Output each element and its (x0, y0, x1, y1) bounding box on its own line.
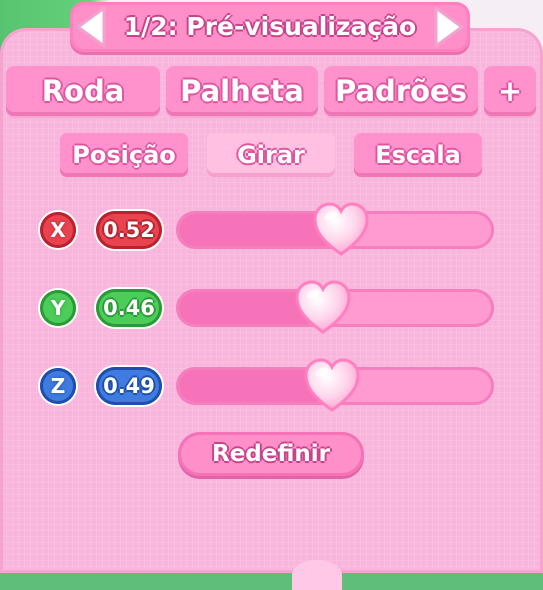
y-value-readout: 0.46 (96, 289, 162, 327)
more-tabs-button[interactable]: + (484, 66, 536, 116)
subtab-escala[interactable]: Escala (354, 133, 482, 177)
y-axis-badge: Y (40, 290, 76, 326)
heart-icon[interactable] (293, 278, 353, 338)
z-value-readout: 0.49 (96, 367, 162, 405)
reset-button[interactable]: Redefinir (178, 432, 364, 476)
x-axis-badge: X (40, 212, 76, 248)
page-title: 1/2: Pré-visualização (123, 12, 417, 41)
tab-roda[interactable]: Roda (6, 66, 160, 116)
z-rotation-slider[interactable] (176, 358, 494, 412)
x-value-readout: 0.52 (96, 211, 162, 249)
next-arrow-icon[interactable] (430, 2, 466, 52)
x-rotation-slider[interactable] (176, 202, 494, 256)
y-rotation-slider[interactable] (176, 280, 494, 334)
tab-padroes[interactable]: Padrões (324, 66, 478, 116)
bottom-decoration (292, 560, 342, 590)
tab-palheta[interactable]: Palheta (166, 66, 318, 116)
preview-header: 1/2: Pré-visualização (70, 2, 470, 52)
z-axis-badge: Z (40, 368, 76, 404)
subtab-girar[interactable]: Girar (207, 133, 335, 177)
previous-arrow-icon[interactable] (74, 2, 110, 52)
heart-icon[interactable] (311, 200, 371, 260)
subtab-posicao[interactable]: Posição (60, 133, 188, 177)
heart-icon[interactable] (302, 356, 362, 416)
